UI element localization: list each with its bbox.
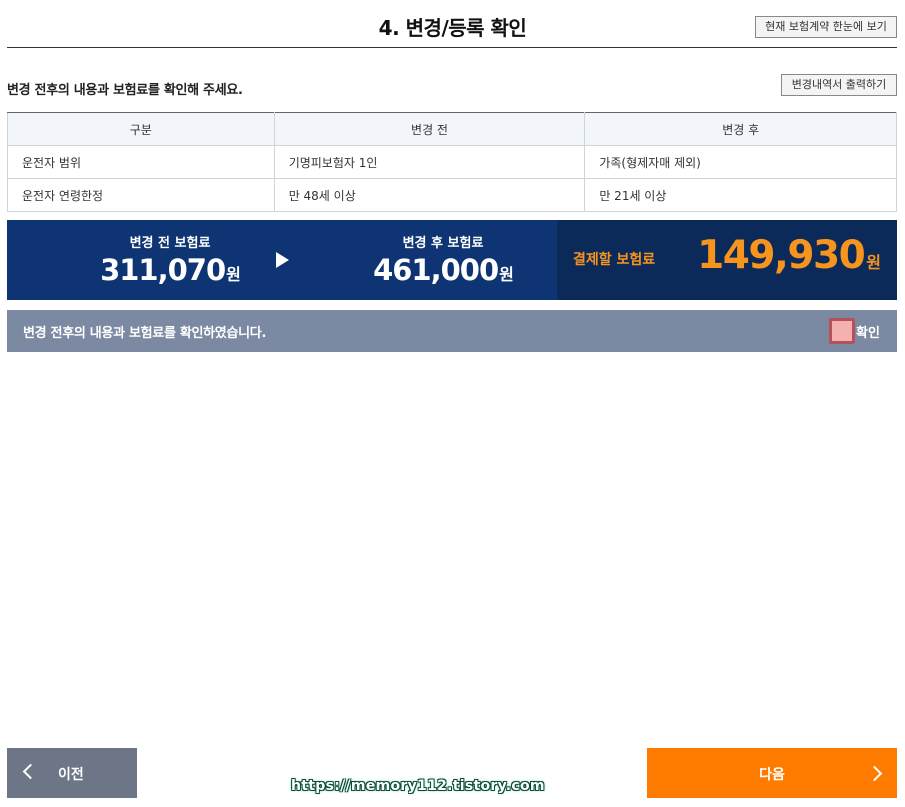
table-cell-category: 운전자 연령한정 — [7, 178, 275, 212]
table-cell-after: 가족(형제자매 제외) — [584, 145, 897, 179]
column-header-category: 구분 — [7, 112, 275, 146]
table-row: 운전자 범위 기명피보험자 1인 가족(형제자매 제외) — [7, 145, 897, 179]
confirm-checkbox-label[interactable]: 확인 — [856, 322, 880, 341]
title-divider — [7, 47, 897, 48]
print-changes-button[interactable]: 변경내역서 출력하기 — [781, 74, 897, 96]
premium-before-label: 변경 전 보험료 — [129, 236, 211, 251]
premium-after: 변경 후 보험료 461,000원 — [333, 232, 553, 287]
table-cell-before: 만 48세 이상 — [273, 178, 586, 212]
changes-table: 구분 변경 전 변경 후 운전자 범위 기명피보험자 1인 가족(형제자매 제외… — [7, 112, 897, 212]
payment-label: 결제할 보험료 — [573, 252, 656, 268]
table-cell-category: 운전자 범위 — [7, 145, 275, 179]
confirmation-text: 변경 전후의 내용과 보험료를 확인하였습니다. — [23, 326, 267, 341]
column-header-after: 변경 후 — [584, 112, 897, 146]
currency-unit: 원 — [499, 265, 514, 284]
view-all-contracts-button[interactable]: 현재 보험계약 한눈에 보기 — [755, 16, 897, 38]
premium-before-amount: 311,070 — [100, 253, 226, 287]
premium-after-amount: 461,000 — [373, 253, 499, 287]
currency-unit: 원 — [866, 253, 881, 272]
table-header-row: 구분 변경 전 변경 후 — [7, 112, 897, 146]
table-cell-after: 만 21세 이상 — [584, 178, 897, 212]
prev-button[interactable]: 이전 — [7, 748, 137, 798]
watermark-text: https://memory112.tistory.com — [291, 778, 545, 794]
payment-amount: 149,930 — [697, 233, 866, 278]
confirm-checkbox[interactable] — [829, 318, 855, 344]
table-row: 운전자 연령한정 만 48세 이상 만 21세 이상 — [7, 178, 897, 212]
chevron-left-icon — [22, 763, 39, 780]
payment-amount-wrap: 149,930 원 — [697, 233, 881, 278]
premium-after-label: 변경 후 보험료 — [402, 236, 484, 251]
instruction-text: 변경 전후의 내용과 보험료를 확인해 주세요. — [7, 83, 243, 98]
next-button[interactable]: 다음 — [647, 748, 897, 798]
column-header-before: 변경 전 — [273, 112, 586, 146]
next-button-label: 다음 — [759, 767, 785, 783]
premium-before: 변경 전 보험료 311,070원 — [60, 232, 280, 287]
table-cell-before: 기명피보험자 1인 — [273, 145, 586, 179]
prev-button-label: 이전 — [58, 767, 84, 783]
currency-unit: 원 — [226, 265, 241, 284]
arrow-right-icon — [276, 252, 289, 268]
